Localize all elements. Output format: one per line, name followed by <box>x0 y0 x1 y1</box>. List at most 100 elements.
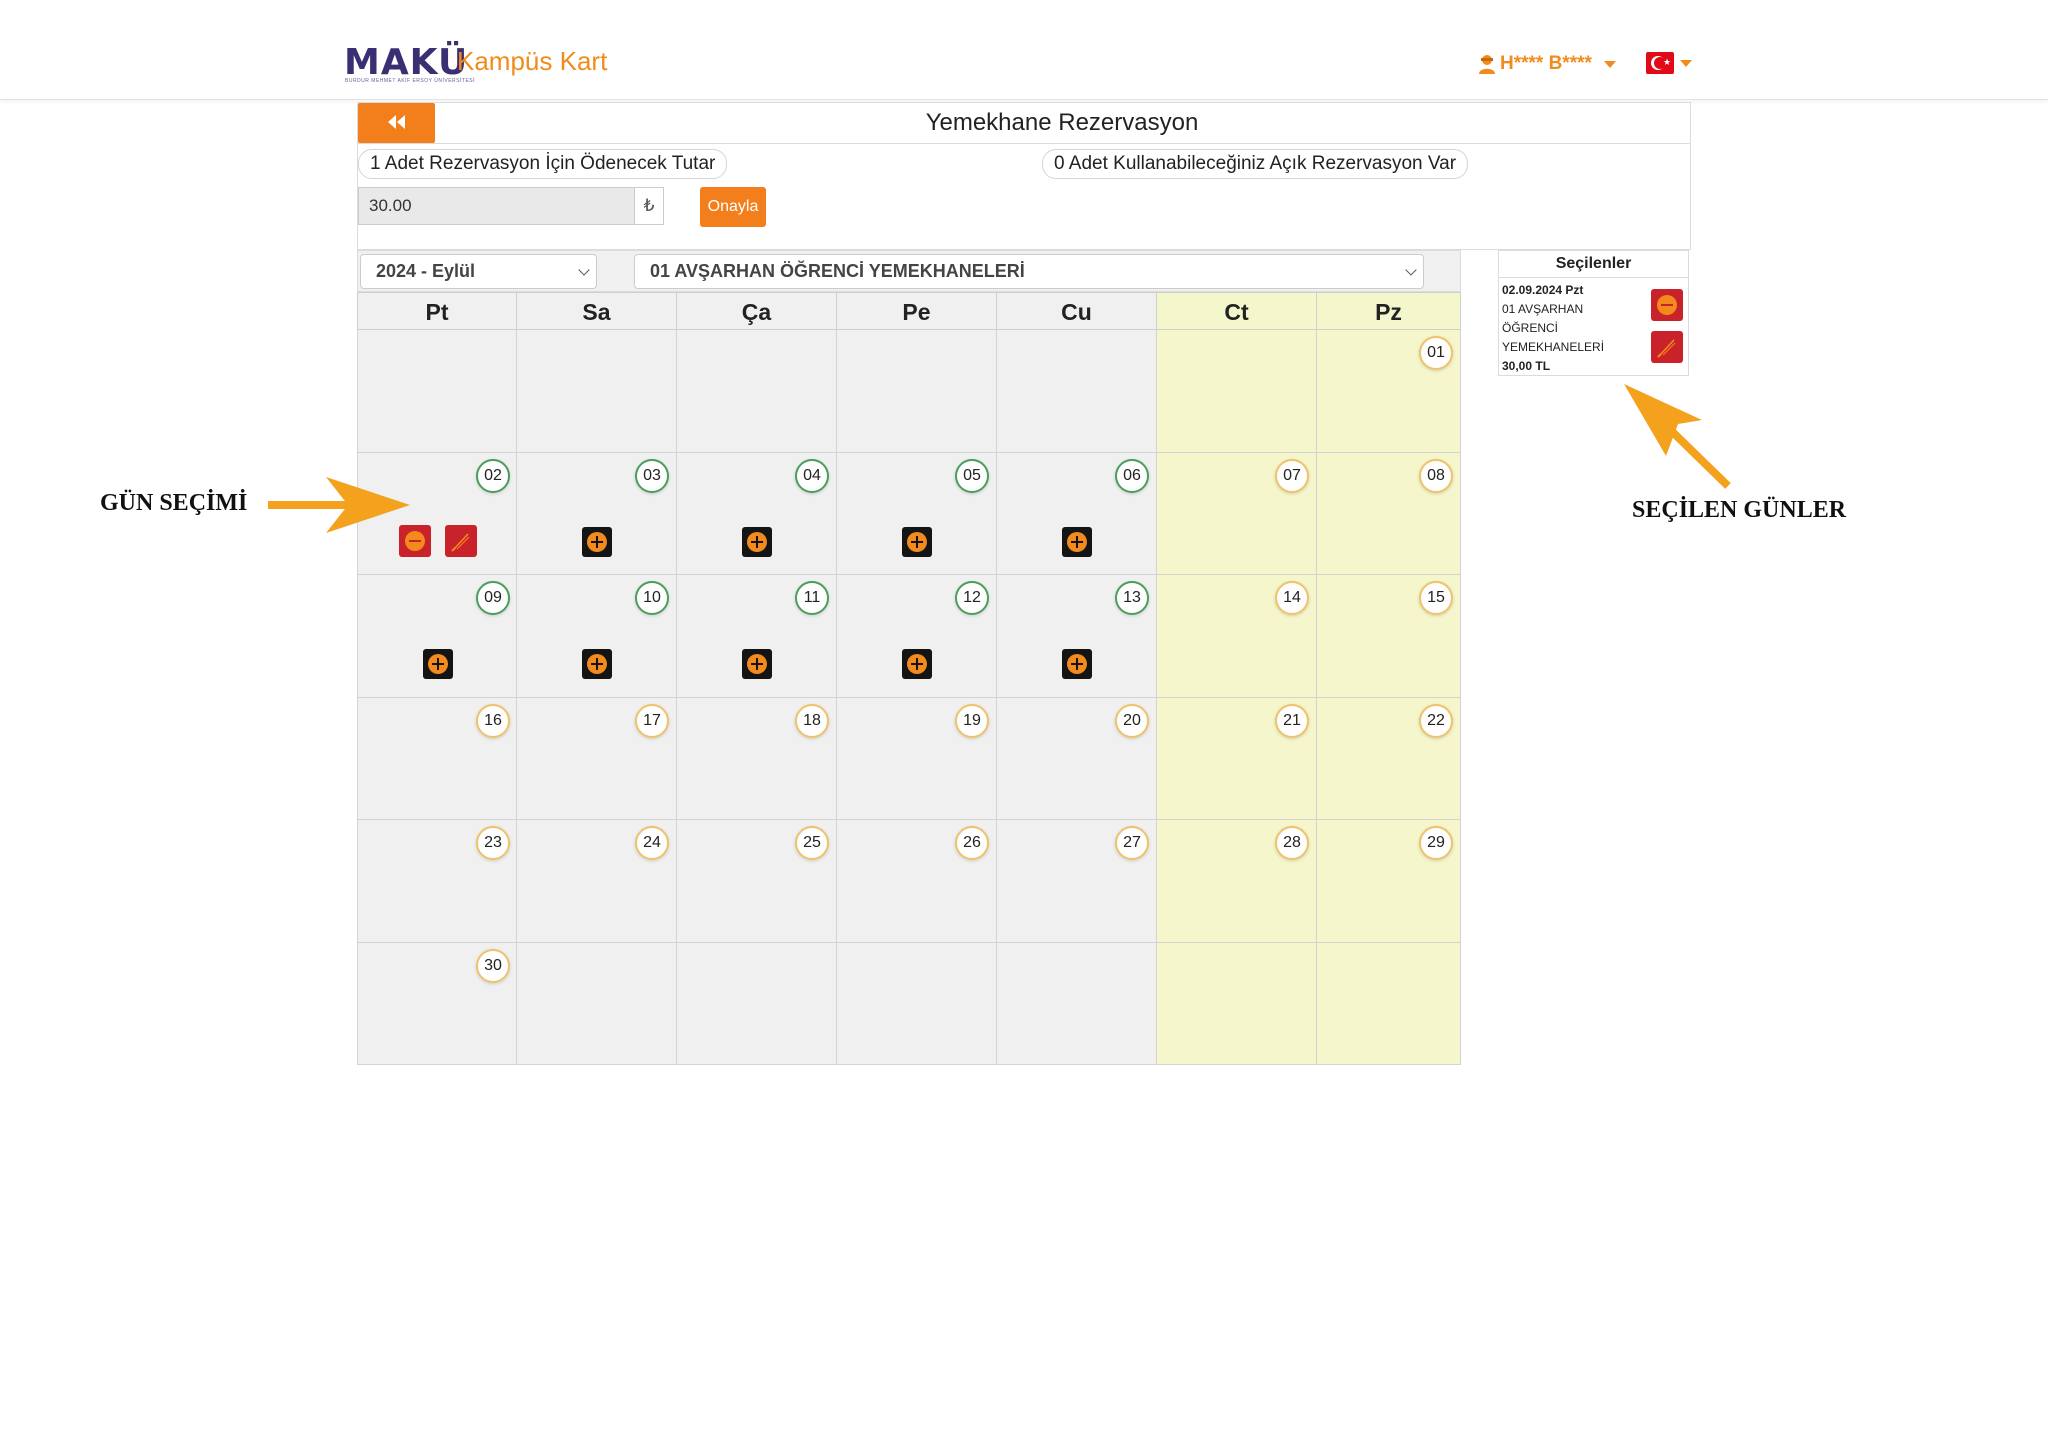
plus-icon <box>907 531 927 552</box>
add-day-button[interactable] <box>1062 649 1092 679</box>
user-name: H**** B**** <box>1500 53 1592 74</box>
plus-icon <box>747 531 767 552</box>
calendar-day-cell[interactable]: 05 <box>837 452 997 575</box>
calendar-day-cell[interactable]: 12 <box>837 575 997 698</box>
back-button[interactable] <box>358 103 435 143</box>
amount-input[interactable] <box>358 187 634 225</box>
add-day-button[interactable] <box>1062 526 1092 557</box>
double-chevron-left-icon <box>387 114 405 129</box>
calendar-empty-cell <box>1157 330 1317 453</box>
pencil-icon <box>1657 339 1676 358</box>
calendar-day-cell[interactable]: 21 <box>1157 697 1317 820</box>
annotation-selected-days: SEÇİLEN GÜNLER <box>1632 497 1847 523</box>
calendar-day-cell[interactable]: 04 <box>677 452 837 575</box>
add-day-button[interactable] <box>582 526 612 557</box>
day-number: 16 <box>476 703 510 738</box>
calendar-day-cell[interactable]: 14 <box>1157 575 1317 698</box>
chevron-down-icon <box>1603 60 1616 68</box>
confirm-button[interactable]: Onayla <box>700 187 766 227</box>
calendar-grid: 01 02 03 04 05 06 07 08 09 10 11 12 13 14 15 16 17 18 19 20… <box>357 330 1461 1065</box>
chevron-down-icon <box>578 264 590 276</box>
calendar-empty-cell <box>357 330 517 453</box>
selected-days-panel: Seçilenler 02.09.2024 Pzt 01 AVŞARHAN ÖĞ… <box>1498 250 1689 376</box>
add-day-button[interactable] <box>742 649 772 679</box>
calendar-empty-cell <box>677 330 837 453</box>
calendar-day-cell[interactable]: 26 <box>837 820 997 943</box>
day-number: 11 <box>795 581 829 615</box>
calendar-day-cell[interactable]: 16 <box>357 697 517 820</box>
day-number: 14 <box>1275 581 1309 615</box>
price-label: 1 Adet Rezervasyon İçin Ödenecek Tutar <box>358 149 728 179</box>
add-day-button[interactable] <box>423 649 453 679</box>
calendar-day-cell[interactable]: 15 <box>1317 575 1461 698</box>
calendar-day-cell[interactable]: 22 <box>1317 697 1461 820</box>
minus-icon <box>1657 295 1677 315</box>
add-day-button[interactable] <box>742 526 772 557</box>
edit-selected-button[interactable] <box>1651 331 1683 363</box>
plus-icon <box>587 531 607 552</box>
day-number: 20 <box>1115 703 1149 738</box>
plus-icon <box>747 654 767 674</box>
selected-panel-divider <box>1499 277 1688 278</box>
calendar-day-cell[interactable]: 27 <box>997 820 1157 943</box>
day-number: 21 <box>1275 703 1309 738</box>
add-day-button[interactable] <box>582 649 612 679</box>
selected-location-line: 01 AVŞARHAN <box>1502 302 1584 316</box>
day-number: 17 <box>635 703 669 738</box>
day-number: 10 <box>635 581 669 615</box>
calendar-empty-cell <box>837 330 997 453</box>
calendar-day-cell[interactable]: 09 <box>357 575 517 698</box>
calendar-day-cell[interactable]: 24 <box>517 820 677 943</box>
day-number: 04 <box>795 458 829 493</box>
calendar-day-cell[interactable]: 01 <box>1317 330 1461 453</box>
day-number: 07 <box>1275 458 1309 493</box>
calendar-day-cell[interactable]: 11 <box>677 575 837 698</box>
month-select[interactable]: 2024 - Eylül <box>360 254 597 289</box>
calendar-day-cell[interactable]: 20 <box>997 697 1157 820</box>
edit-day-button[interactable] <box>445 524 477 557</box>
reservation-panel: Yemekhane Rezervasyon 1 Adet Rezervasyon… <box>357 102 1691 250</box>
language-menu[interactable]: ★ <box>1646 52 1692 74</box>
day-number: 30 <box>476 948 510 983</box>
calendar-day-cell[interactable]: 08 <box>1317 452 1461 575</box>
calendar-day-cell[interactable]: 19 <box>837 697 997 820</box>
calendar-day-cell[interactable]: 28 <box>1157 820 1317 943</box>
plus-icon <box>907 654 927 674</box>
add-day-button[interactable] <box>902 526 932 557</box>
calendar-day-cell[interactable]: 06 <box>997 452 1157 575</box>
calendar-day-cell[interactable]: 29 <box>1317 820 1461 943</box>
day-number: 18 <box>795 703 829 738</box>
selected-location-line: ÖĞRENCİ <box>1502 321 1559 335</box>
calendar-empty-cell <box>517 330 677 453</box>
location-select-value: 01 AVŞARHAN ÖĞRENCİ YEMEKHANELERİ <box>650 261 1025 281</box>
arrow-up-left-icon <box>1624 384 1731 489</box>
calendar-day-cell[interactable]: 30 <box>357 942 517 1065</box>
location-select[interactable]: 01 AVŞARHAN ÖĞRENCİ YEMEKHANELERİ <box>634 254 1424 289</box>
calendar-empty-cell <box>1317 942 1461 1065</box>
day-number: 12 <box>955 581 989 615</box>
turkey-flag-icon: ★ <box>1646 52 1674 74</box>
day-number: 19 <box>955 703 989 738</box>
month-select-value: 2024 - Eylül <box>376 261 476 281</box>
add-day-button[interactable] <box>902 649 932 679</box>
calendar-empty-cell <box>677 942 837 1065</box>
remove-selected-button[interactable] <box>1651 289 1683 321</box>
calendar-empty-cell <box>997 942 1157 1065</box>
calendar-day-cell[interactable]: 17 <box>517 697 677 820</box>
day-number: 15 <box>1419 581 1453 615</box>
day-number: 13 <box>1115 581 1149 615</box>
calendar-day-cell[interactable]: 10 <box>517 575 677 698</box>
day-number: 29 <box>1419 826 1453 860</box>
calendar-day-cell[interactable]: 25 <box>677 820 837 943</box>
page-title: Yemekhane Rezervasyon <box>925 109 1199 136</box>
title-divider <box>358 143 1690 144</box>
calendar-day-cell[interactable]: 07 <box>1157 452 1317 575</box>
calendar-day-cell[interactable]: 18 <box>677 697 837 820</box>
arrow-right-icon <box>268 477 410 533</box>
calendar-day-cell[interactable]: 03 <box>517 452 677 575</box>
open-reservations-label: 0 Adet Kullanabileceğiniz Açık Rezervasy… <box>1042 149 1469 179</box>
calendar-day-cell[interactable]: 13 <box>997 575 1157 698</box>
user-menu[interactable]: H**** B**** <box>1478 50 1616 78</box>
calendar-day-cell[interactable]: 23 <box>357 820 517 943</box>
calendar-weekday-header: Pt Sa Ça Pe Cu Ct Pz <box>357 292 1461 330</box>
